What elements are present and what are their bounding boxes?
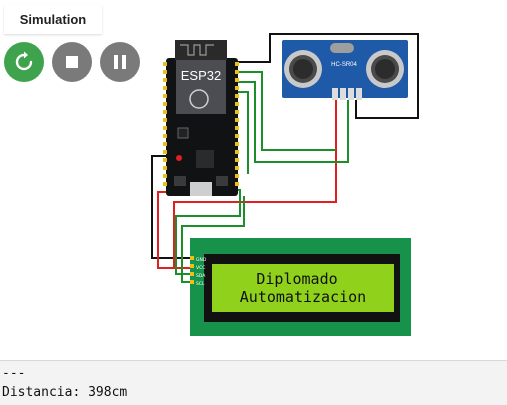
lcd-line1: Diplomado — [256, 270, 337, 288]
lcd-pin-gnd: GND — [196, 257, 207, 263]
esp32-chip — [196, 150, 214, 168]
usb-port — [190, 182, 212, 196]
sensor-label: HC-SR04 — [331, 62, 357, 68]
sensor-crystal — [330, 43, 354, 53]
lcd-pin-vcc: VCC — [196, 265, 205, 271]
lcd-display[interactable]: Diplomado Automatizacion GND VCC SDA SCL — [190, 238, 411, 336]
serial-monitor[interactable]: --- Distancia: 398cm — [0, 360, 507, 405]
serial-line: --- — [2, 366, 26, 381]
esp32-board[interactable]: ESP32 — [163, 40, 239, 196]
esp32-label: ESP32 — [181, 68, 221, 83]
esp32-antenna — [175, 40, 227, 60]
lcd-pin-sda: SDA — [196, 273, 206, 279]
lcd-line2: Automatizacion — [240, 288, 366, 306]
serial-line: Distancia: 398cm — [2, 385, 128, 400]
lcd-pin-scl: SCL — [196, 281, 205, 287]
ultrasonic-sensor[interactable]: HC-SR04 — [282, 40, 408, 100]
power-led — [176, 155, 182, 161]
circuit-diagram: ESP32 HC-SR04 Diplomado Automatizacion G… — [151, 33, 419, 336]
